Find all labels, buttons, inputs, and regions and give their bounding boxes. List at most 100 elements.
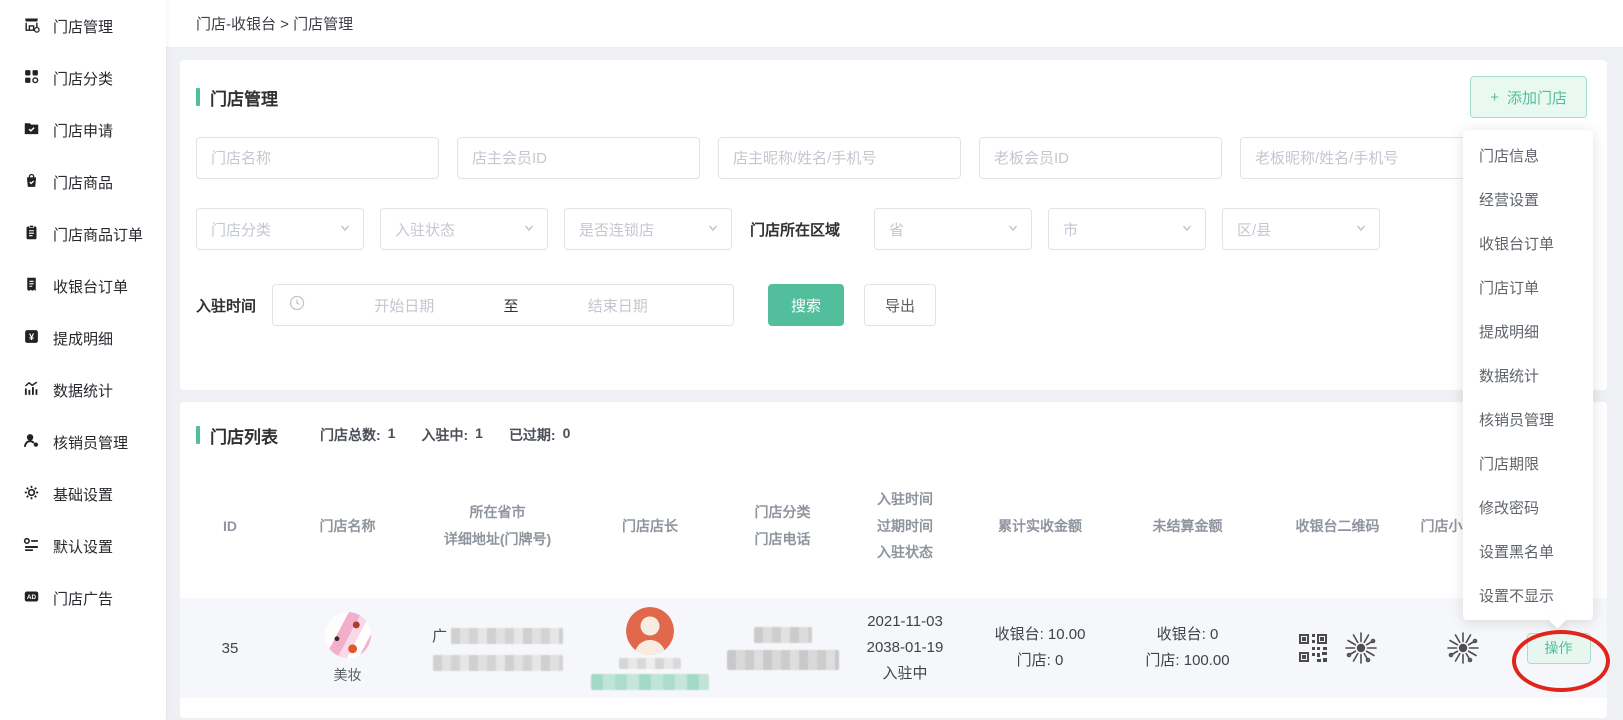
menu-item-set-hidden[interactable]: 设置不显示	[1463, 573, 1593, 617]
sidebar: 门店管理 门店分类 门店申请 门店商品 门店商品订单 收银台订单 ¥ 提成明细	[0, 0, 166, 720]
expired-value: 0	[563, 425, 571, 445]
row-action-button[interactable]: 操作	[1527, 633, 1591, 664]
received-store: 门店: 0	[1017, 648, 1064, 674]
menu-item-set-blacklist[interactable]: 设置黑名单	[1463, 529, 1593, 573]
chevron-down-icon	[1355, 221, 1367, 238]
menu-item-verifier-management[interactable]: 核销员管理	[1463, 397, 1593, 441]
sidebar-item-default-settings[interactable]: 默认设置	[0, 520, 166, 572]
main-content: 门店-收银台 > 门店管理 门店管理 + 添加门店 门店	[166, 0, 1623, 720]
sidebar-item-label: 默认设置	[53, 536, 113, 557]
list-settings-icon	[23, 536, 40, 557]
cell-time-status: 2021-11-03 2038-01-19 入驻中	[845, 609, 965, 688]
boss-nickname-input[interactable]	[1240, 137, 1483, 179]
sidebar-item-commission-detail[interactable]: ¥ 提成明细	[0, 312, 166, 364]
date-range-input[interactable]: 开始日期 至 结束日期	[272, 284, 734, 326]
province-select[interactable]: 省	[874, 208, 1032, 250]
region-label: 门店所在区域	[750, 219, 840, 240]
category-blur	[754, 627, 812, 643]
row-action-menu: 门店信息 经营设置 收银台订单 门店订单 提成明细 数据统计 核销员管理 门店期…	[1463, 130, 1593, 620]
menu-item-commission-detail[interactable]: 提成明细	[1463, 309, 1593, 353]
chevron-down-icon	[707, 221, 719, 238]
breadcrumb-bar: 门店-收银台 > 门店管理	[166, 0, 1623, 48]
date-separator: 至	[504, 295, 519, 316]
search-button[interactable]: 搜索	[768, 284, 844, 326]
menu-item-change-password[interactable]: 修改密码	[1463, 485, 1593, 529]
column-unsettled-amount: 未结算金额	[1115, 513, 1260, 540]
column-received-amount: 累计实收金额	[965, 513, 1115, 540]
settled-in-label: 入驻中:	[421, 425, 468, 445]
receipt-icon	[23, 276, 40, 297]
sidebar-item-label: 门店申请	[53, 120, 113, 141]
list-title: 门店列表	[210, 423, 278, 448]
folder-check-icon	[23, 120, 40, 141]
sidebar-item-store-application[interactable]: 门店申请	[0, 104, 166, 156]
column-time-status: 入驻时间过期时间入驻状态	[845, 486, 965, 566]
column-cashier-qrcode: 收银台二维码	[1260, 513, 1415, 540]
cell-category-phone	[720, 627, 845, 670]
sidebar-item-store-category[interactable]: 门店分类	[0, 52, 166, 104]
storefront-icon	[23, 16, 40, 37]
store-name-input[interactable]	[196, 137, 439, 179]
boss-member-id-input[interactable]	[979, 137, 1222, 179]
chevron-down-icon	[339, 221, 351, 238]
sidebar-item-cashier-orders[interactable]: 收银台订单	[0, 260, 166, 312]
start-date-placeholder: 开始日期	[305, 295, 504, 316]
cashier-miniprogram-code-icon[interactable]	[1343, 630, 1379, 666]
menu-item-data-statistics[interactable]: 数据统计	[1463, 353, 1593, 397]
chevron-down-icon	[1007, 221, 1019, 238]
column-store-manager: 门店店长	[580, 513, 720, 540]
menu-item-store-orders[interactable]: 门店订单	[1463, 265, 1593, 309]
sidebar-item-label: 门店管理	[53, 16, 113, 37]
table-row: 35 美妆 广 2021	[180, 598, 1607, 698]
column-store-name: 门店名称	[280, 513, 415, 540]
store-category-select[interactable]: 门店分类	[196, 208, 364, 250]
shopping-bag-icon	[23, 172, 40, 193]
sidebar-item-label: 门店分类	[53, 68, 113, 89]
cell-store-manager	[580, 607, 720, 690]
sidebar-item-verifier-management[interactable]: 核销员管理	[0, 416, 166, 468]
cell-store-name: 美妆	[280, 612, 415, 685]
chain-store-select[interactable]: 是否连锁店	[564, 208, 732, 250]
city-select[interactable]: 市	[1048, 208, 1206, 250]
sidebar-item-basic-settings[interactable]: 基础设置	[0, 468, 166, 520]
sidebar-item-data-statistics[interactable]: 数据统计	[0, 364, 166, 416]
cell-cashier-qrcode	[1260, 630, 1415, 666]
total-stores-label: 门店总数:	[320, 425, 381, 445]
chevron-down-icon	[523, 221, 535, 238]
manager-tag-blur	[591, 674, 709, 690]
export-button[interactable]: 导出	[864, 284, 936, 326]
manager-avatar	[626, 607, 674, 655]
join-date: 2021-11-03	[867, 609, 943, 635]
district-select[interactable]: 区/县	[1222, 208, 1380, 250]
cell-unsettled-amount: 收银台: 0 门店: 100.00	[1115, 622, 1260, 675]
table-header: ID 门店名称 所在省市详细地址(门牌号) 门店店长 门店分类门店电话 入驻时间…	[180, 478, 1607, 574]
sidebar-item-label: 数据统计	[53, 380, 113, 401]
svg-text:¥: ¥	[29, 332, 35, 342]
qr-code-icon[interactable]	[1297, 632, 1329, 664]
sidebar-item-store-goods[interactable]: 门店商品	[0, 156, 166, 208]
breadcrumb: 门店-收银台 > 门店管理	[196, 13, 353, 34]
received-cashier: 收银台: 10.00	[995, 622, 1086, 648]
phone-blur	[727, 650, 839, 670]
sidebar-item-store-management[interactable]: 门店管理	[0, 0, 166, 52]
menu-item-store-info[interactable]: 门店信息	[1463, 133, 1593, 177]
app-window: 门店管理 门店分类 门店申请 门店商品 门店商品订单 收银台订单 ¥ 提成明细	[0, 0, 1623, 720]
clipboard-icon	[23, 224, 40, 245]
expired-label: 已过期:	[509, 425, 556, 445]
sidebar-item-label: 门店商品	[53, 172, 113, 193]
sidebar-item-store-ads[interactable]: AD 门店广告	[0, 572, 166, 624]
menu-item-cashier-orders[interactable]: 收银台订单	[1463, 221, 1593, 265]
unsettled-store: 门店: 100.00	[1145, 648, 1229, 674]
sidebar-item-store-goods-orders[interactable]: 门店商品订单	[0, 208, 166, 260]
menu-item-business-settings[interactable]: 经营设置	[1463, 177, 1593, 221]
settled-status-select[interactable]: 入驻状态	[380, 208, 548, 250]
cell-address: 广	[415, 625, 580, 671]
add-store-button[interactable]: + 添加门店	[1470, 76, 1587, 118]
menu-item-store-term[interactable]: 门店期限	[1463, 441, 1593, 485]
sidebar-item-label: 收银台订单	[53, 276, 128, 297]
expire-date: 2038-01-19	[867, 635, 944, 661]
cell-id: 35	[180, 640, 280, 657]
owner-nickname-input[interactable]	[718, 137, 961, 179]
store-miniprogram-code-icon[interactable]	[1445, 630, 1481, 666]
owner-member-id-input[interactable]	[457, 137, 700, 179]
